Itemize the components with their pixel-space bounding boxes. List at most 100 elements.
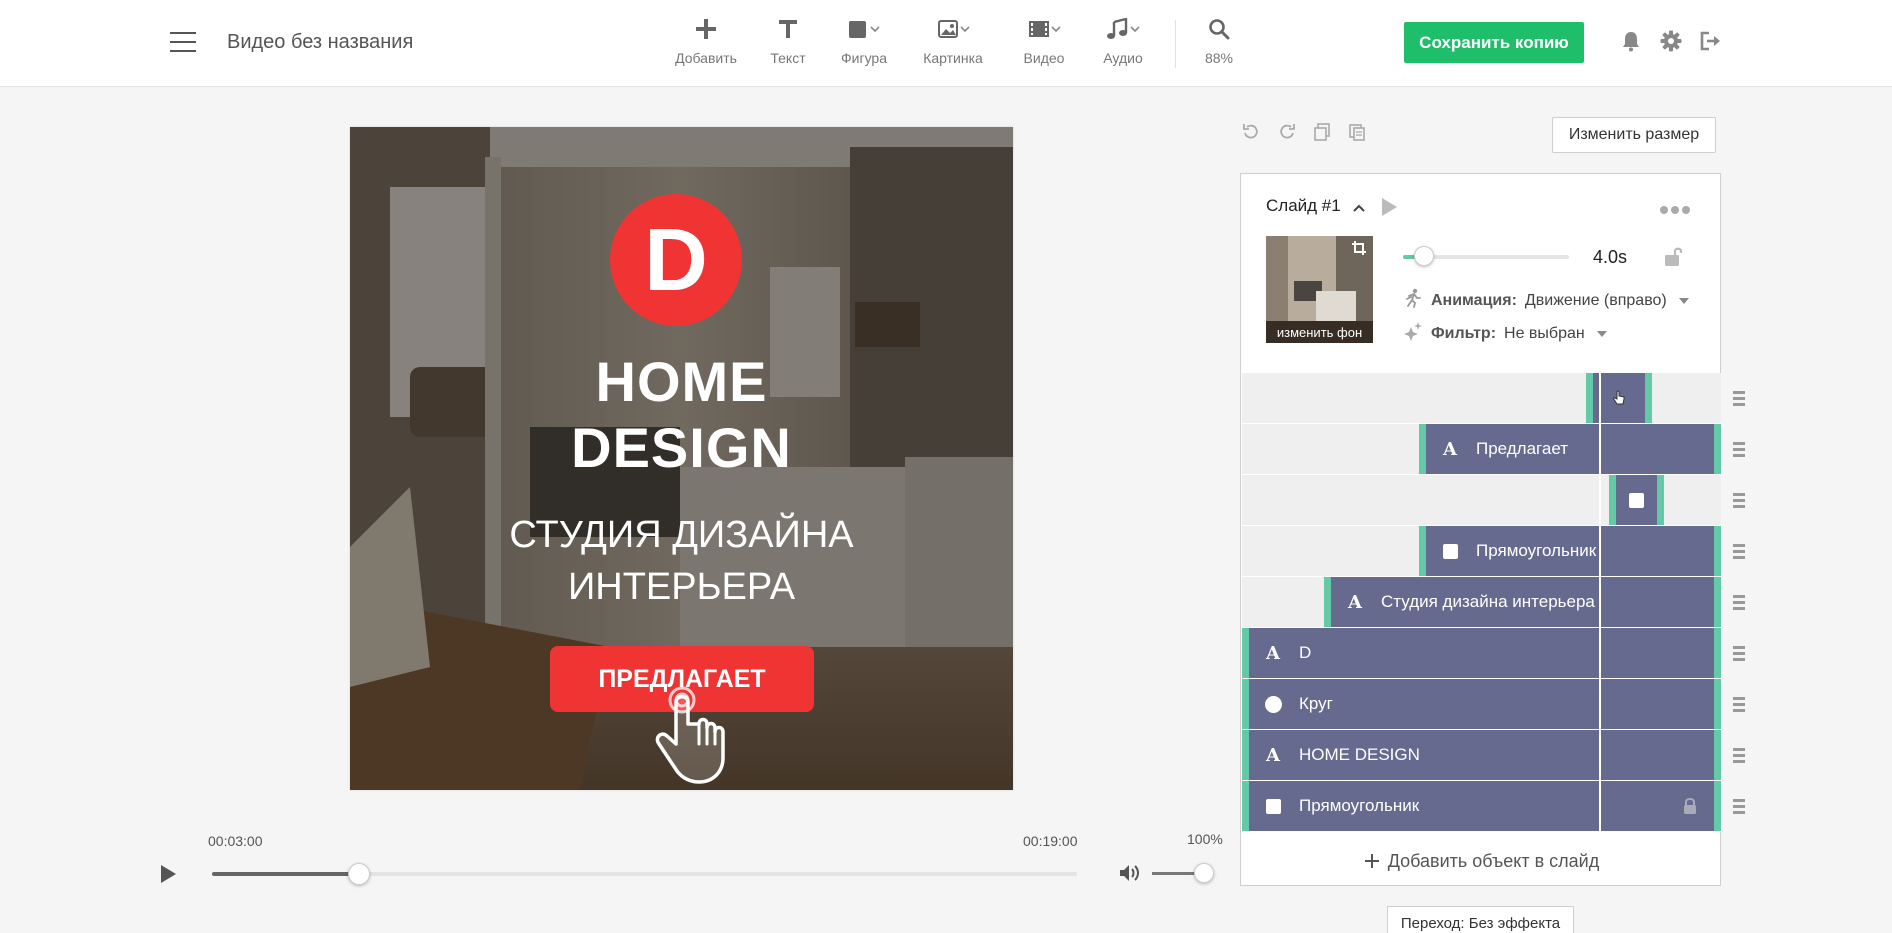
layer-bar[interactable]: A Студия дизайна интерьера (1324, 577, 1721, 627)
add-tool-label: Добавить (675, 50, 737, 66)
drag-handle-icon[interactable] (1733, 442, 1745, 460)
layer-label: Прямоугольник (1299, 796, 1420, 815)
drag-handle-icon[interactable] (1733, 697, 1745, 715)
drag-handle-icon[interactable] (1733, 748, 1745, 766)
bell-icon[interactable] (1621, 30, 1641, 57)
layer-row-small-rect[interactable] (1242, 475, 1721, 526)
drag-handle-icon[interactable] (1733, 493, 1745, 511)
drag-handle-icon[interactable] (1733, 391, 1745, 409)
lock-icon[interactable] (1682, 797, 1698, 820)
add-object-button[interactable]: Добавить объект в слайд (1242, 837, 1721, 885)
duration-value: 4.0s (1593, 247, 1628, 267)
slide-play-icon[interactable] (1379, 196, 1399, 223)
volume-handle[interactable] (1194, 863, 1214, 883)
chevron-down-icon (1678, 297, 1689, 304)
play-icon[interactable] (158, 863, 178, 890)
logout-icon[interactable] (1699, 30, 1723, 57)
layer-row-offer[interactable]: A Предлагает (1242, 424, 1721, 475)
plus-icon (1364, 854, 1379, 868)
sparkle-icon (1403, 321, 1423, 346)
text-tool-label: Текст (770, 50, 806, 66)
crop-icon[interactable] (1351, 240, 1367, 261)
playback-handle[interactable] (348, 863, 371, 885)
transition-button[interactable]: Переход: Без эффекта (1387, 906, 1574, 933)
video-tool-label: Видео (1023, 50, 1065, 66)
text-layer-icon: A (1266, 642, 1280, 664)
volume-icon[interactable] (1118, 863, 1140, 888)
circle-layer-icon (1264, 695, 1282, 713)
audio-tool-button[interactable]: Аудио (1098, 14, 1148, 66)
slide-title[interactable]: Слайд #1 (1266, 196, 1341, 216)
layer-bar[interactable] (1586, 373, 1652, 423)
add-tool-button[interactable]: Добавить (674, 14, 738, 66)
zoom-button[interactable]: 88% (1198, 14, 1240, 66)
layer-row-background-rect[interactable]: Прямоугольник (1242, 781, 1721, 832)
layer-row-rectangle[interactable]: Прямоугольник (1242, 526, 1721, 577)
animation-value: Движение (вправо) (1524, 291, 1667, 309)
duration-handle[interactable] (1414, 246, 1434, 266)
layer-row-pointer[interactable] (1242, 373, 1721, 424)
image-tool-button[interactable]: Картинка (918, 14, 988, 66)
undo-icon[interactable] (1242, 123, 1260, 146)
drag-handle-icon[interactable] (1733, 544, 1745, 562)
video-tool-button[interactable]: Видео (1018, 14, 1070, 66)
subtitle-line-2: ИНТЕРЬЕРА (567, 566, 796, 608)
volume-percent: 100% (1187, 831, 1223, 847)
copy-icon[interactable] (1313, 123, 1331, 146)
text-icon (762, 14, 814, 44)
plus-icon (674, 14, 738, 44)
headline-line-2: DESIGN (571, 416, 792, 479)
layer-bar[interactable]: Прямоугольник (1242, 781, 1721, 831)
save-copy-button[interactable]: Сохранить копию (1404, 22, 1584, 63)
resize-button[interactable]: Изменить размер (1552, 117, 1716, 153)
layer-row-d[interactable]: A D (1242, 628, 1721, 679)
video-icon (1018, 14, 1070, 44)
logo-circle[interactable]: D (610, 194, 742, 326)
subtitle-line-1: СТУДИЯ ДИЗАЙНА (509, 514, 854, 556)
layer-bar[interactable]: A HOME DESIGN (1242, 730, 1721, 780)
gear-icon[interactable] (1660, 30, 1682, 57)
rectangle-layer-icon (1629, 492, 1644, 508)
layer-bar[interactable]: A Предлагает (1419, 424, 1721, 474)
subtitle-text[interactable]: СТУДИЯ ДИЗАЙНА ИНТЕРЬЕРА (350, 509, 1013, 613)
redo-icon[interactable] (1278, 123, 1296, 146)
layer-row-studio[interactable]: A Студия дизайна интерьера (1242, 577, 1721, 628)
document-title[interactable]: Видео без названия (227, 31, 413, 54)
drag-handle-icon[interactable] (1733, 646, 1745, 664)
timeline-playhead[interactable] (1599, 373, 1601, 835)
text-tool-button[interactable]: Текст (762, 14, 814, 66)
drag-handle-icon[interactable] (1733, 799, 1745, 817)
menu-icon[interactable] (170, 32, 196, 54)
image-tool-label: Картинка (923, 50, 983, 66)
filter-row[interactable]: Фильтр: Не выбран (1403, 321, 1607, 346)
unlock-icon[interactable] (1663, 246, 1685, 273)
total-time: 00:19:00 (1023, 833, 1078, 849)
shape-tool-label: Фигура (841, 50, 887, 66)
playback-scrubber[interactable] (212, 872, 1077, 876)
paste-icon[interactable] (1348, 123, 1366, 146)
filter-label: Фильтр: (1431, 324, 1497, 342)
layer-bar[interactable]: Прямоугольник (1419, 526, 1721, 576)
more-options-icon[interactable] (1659, 202, 1691, 220)
slide-background-thumbnail[interactable]: изменить фон (1266, 236, 1373, 343)
cursor-hand-icon (1613, 390, 1625, 405)
layer-bar[interactable]: Круг (1242, 679, 1721, 729)
layer-bar[interactable] (1609, 475, 1664, 525)
layer-row-home-design[interactable]: A HOME DESIGN (1242, 730, 1721, 781)
slide-canvas[interactable]: D HOME DESIGN СТУДИЯ ДИЗАЙНА ИНТЕРЬЕРА П… (350, 127, 1013, 790)
animation-label: Анимация: (1431, 291, 1517, 309)
top-toolbar: Видео без названия Добавить Текст Фигура… (0, 0, 1892, 87)
drag-handle-icon[interactable] (1733, 595, 1745, 613)
layer-bar[interactable]: A D (1242, 628, 1721, 678)
layer-row-circle[interactable]: Круг (1242, 679, 1721, 730)
chevron-down-icon (1596, 330, 1607, 337)
text-layer-icon: A (1348, 591, 1362, 613)
chevron-up-icon[interactable] (1352, 200, 1366, 218)
change-background-label[interactable]: изменить фон (1266, 321, 1373, 343)
animation-row[interactable]: Анимация: Движение (вправо) (1403, 288, 1689, 313)
rectangle-layer-icon (1442, 543, 1458, 559)
headline-text[interactable]: HOME DESIGN (350, 349, 1013, 481)
shape-tool-button[interactable]: Фигура (834, 14, 894, 66)
layer-label: Круг (1299, 694, 1333, 713)
layer-label: D (1299, 643, 1312, 662)
